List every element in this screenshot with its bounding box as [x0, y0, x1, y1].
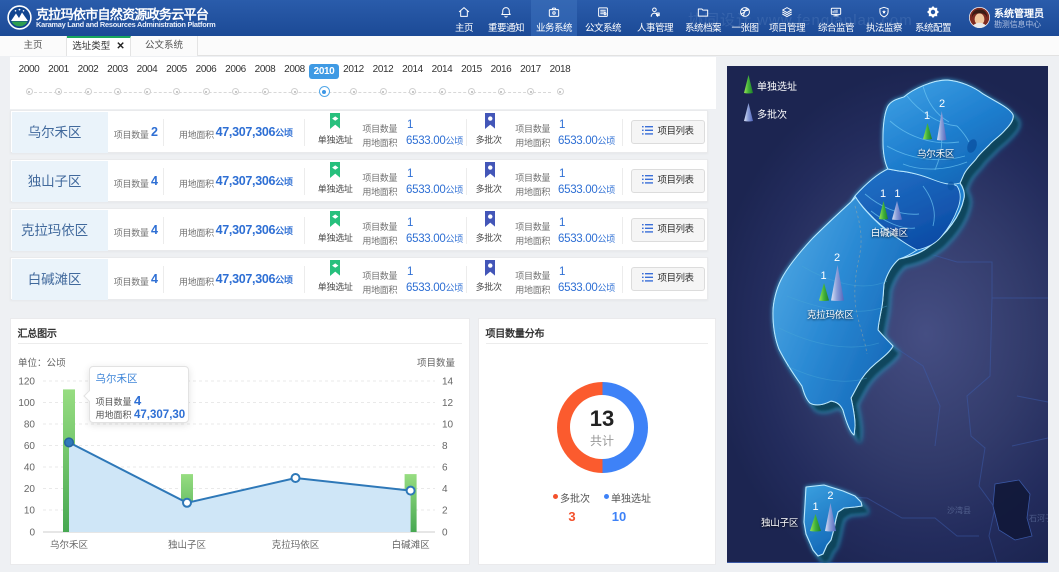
svg-text:石河子: 石河子 — [1029, 513, 1048, 523]
svg-text:白碱滩区: 白碱滩区 — [392, 539, 431, 551]
svg-text:12: 12 — [442, 398, 454, 409]
svg-text:克拉玛依区: 克拉玛依区 — [272, 539, 320, 551]
svg-text:100: 100 — [18, 398, 35, 409]
svg-text:0: 0 — [442, 528, 448, 539]
svg-text:10: 10 — [442, 420, 454, 431]
svg-text:2: 2 — [442, 506, 448, 517]
svg-text:6: 6 — [442, 463, 448, 474]
svg-text:40: 40 — [24, 463, 36, 474]
svg-text:80: 80 — [24, 420, 36, 431]
svg-text:沙湾县: 沙湾县 — [947, 505, 971, 515]
svg-text:20: 20 — [24, 484, 36, 495]
svg-text:14: 14 — [442, 377, 454, 388]
svg-text:独山子区: 独山子区 — [168, 539, 207, 551]
svg-text:乌尔禾区: 乌尔禾区 — [50, 539, 89, 551]
svg-text:10: 10 — [24, 506, 36, 517]
svg-text:60: 60 — [24, 441, 36, 452]
svg-text:8: 8 — [442, 441, 448, 452]
svg-text:120: 120 — [18, 377, 35, 388]
svg-text:0: 0 — [29, 528, 35, 539]
svg-text:4: 4 — [442, 484, 448, 495]
